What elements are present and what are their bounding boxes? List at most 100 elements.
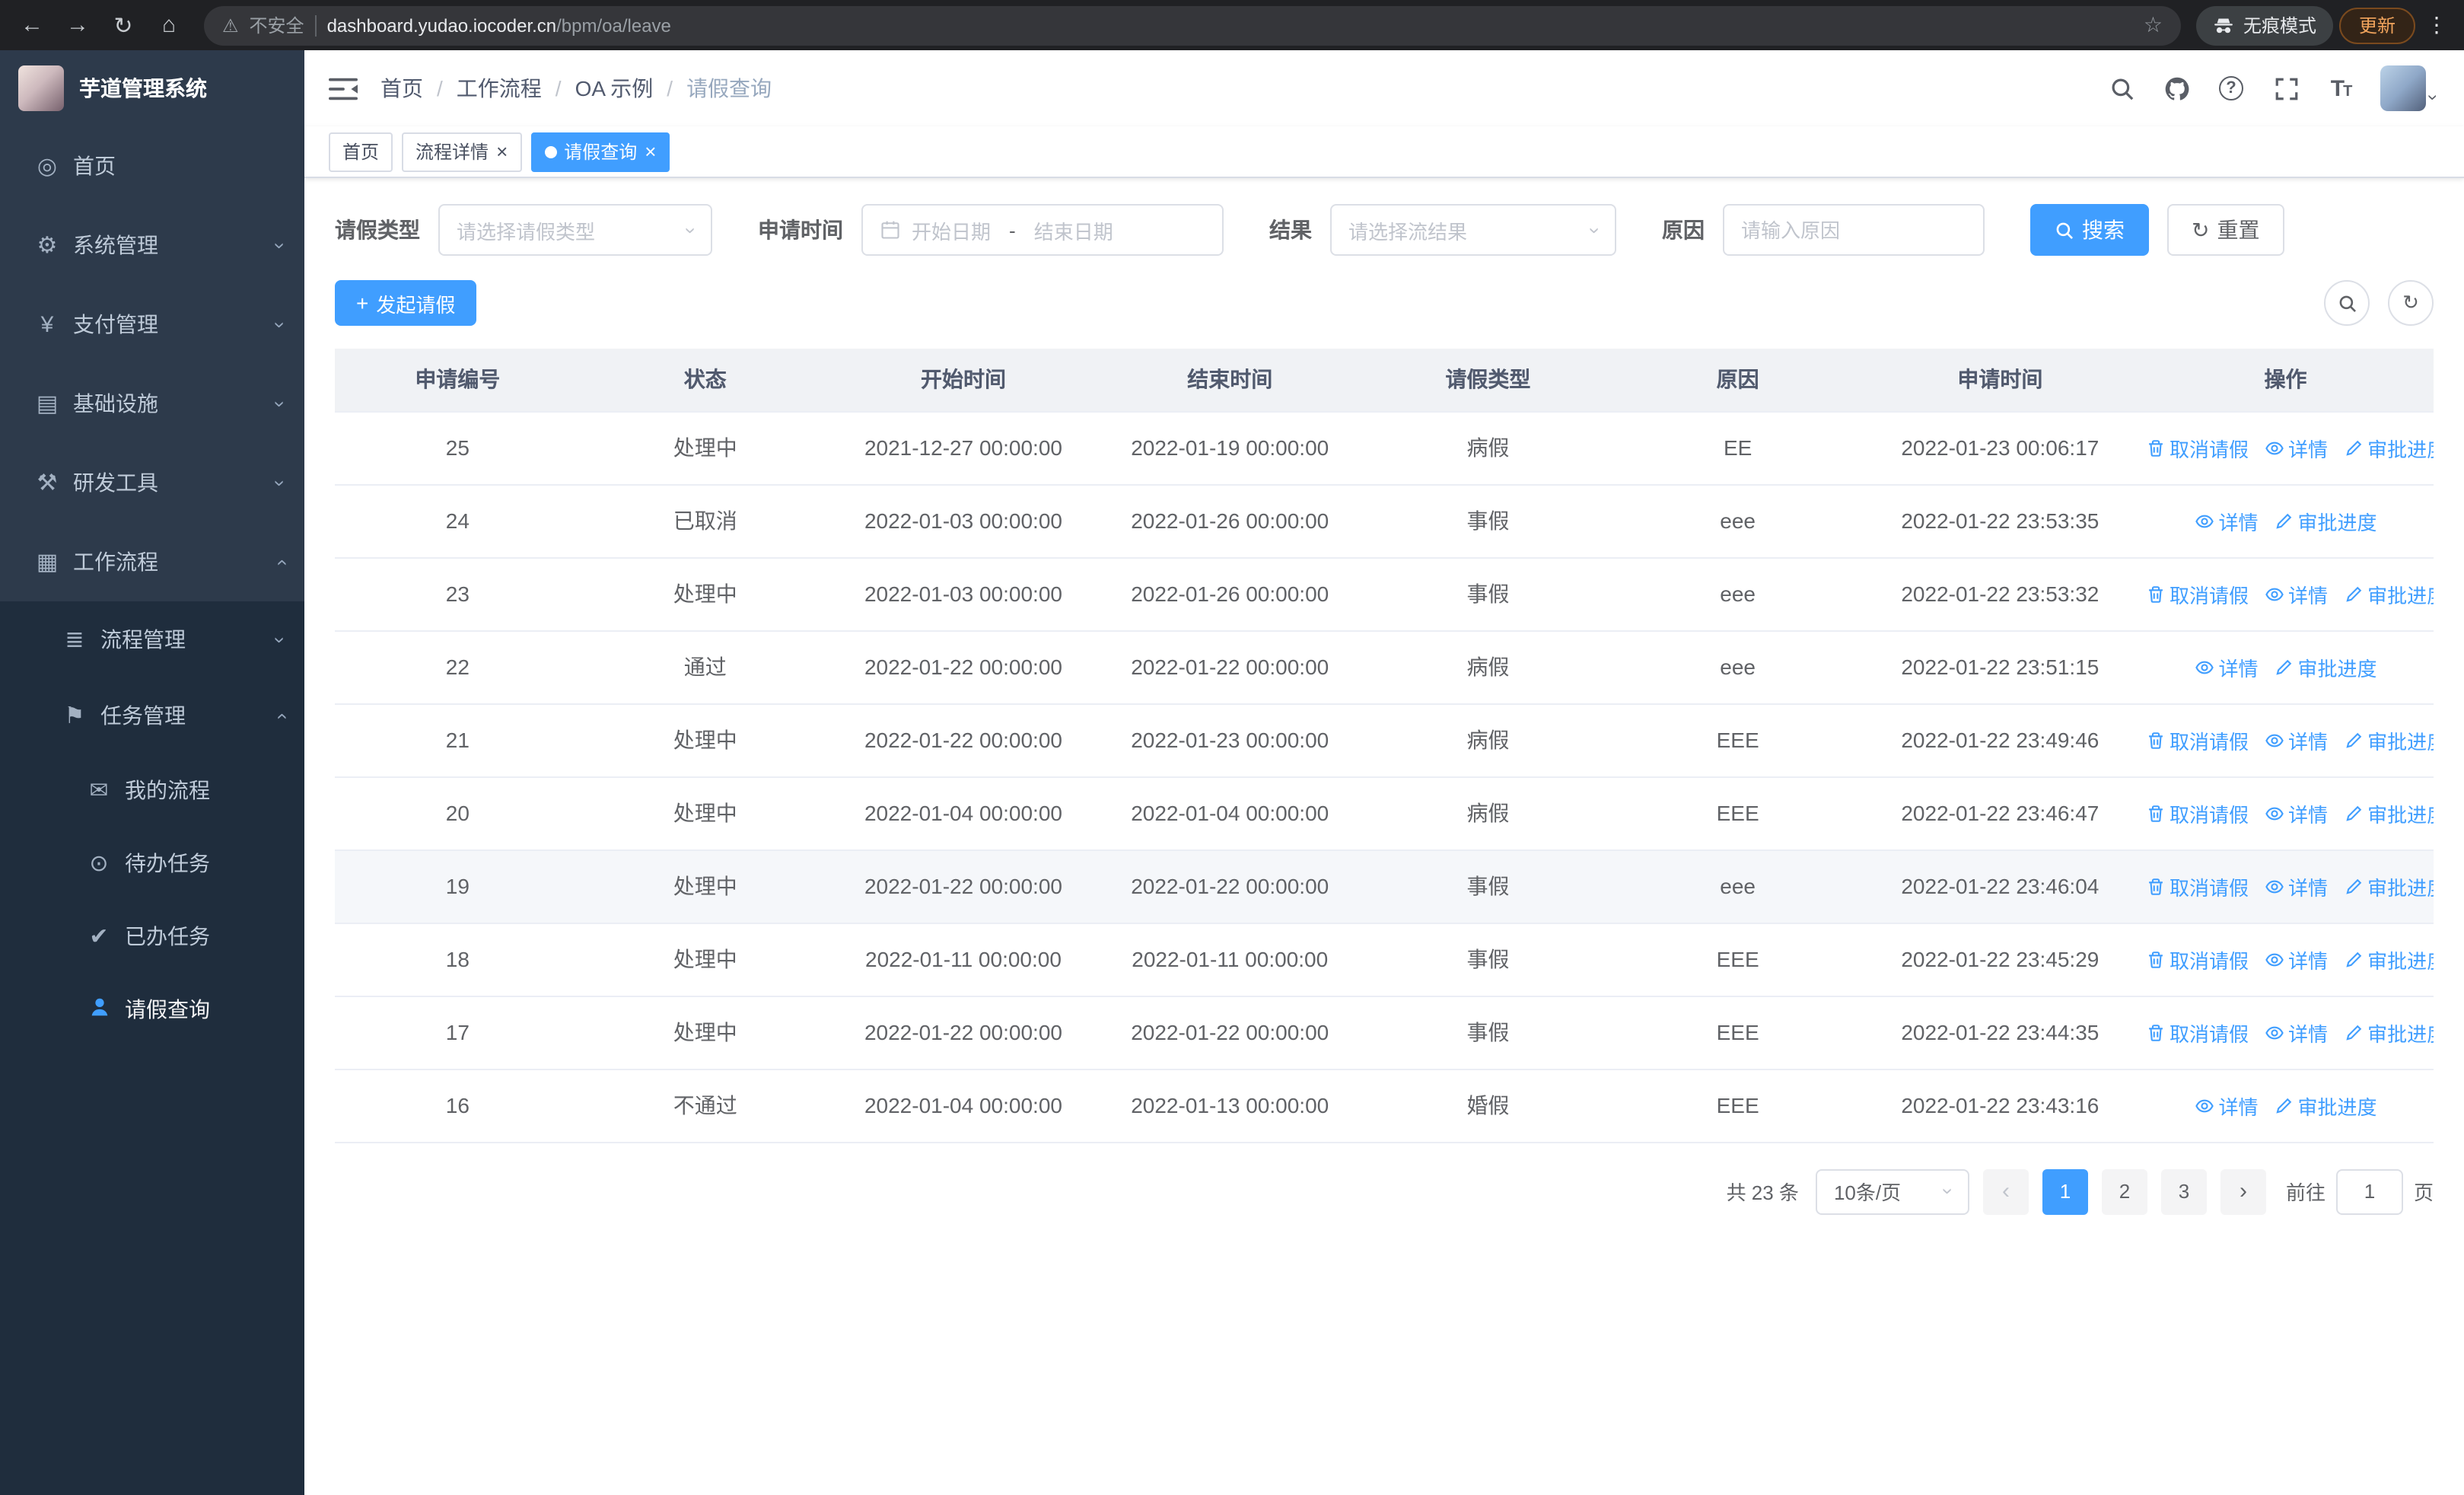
sidebar-item-done-tasks[interactable]: ✔ 已办任务: [0, 900, 304, 973]
cancel-leave-link[interactable]: 取消请假: [2145, 579, 2249, 608]
fullscreen-icon[interactable]: [2271, 73, 2301, 104]
reset-button[interactable]: ↻ 重置: [2167, 204, 2284, 256]
approval-progress-link[interactable]: 审批进度: [2343, 945, 2434, 974]
cancel-leave-link[interactable]: 取消请假: [2145, 872, 2249, 901]
approval-progress-link[interactable]: 审批进度: [2343, 799, 2434, 827]
page-size-select[interactable]: 10条/页 ›: [1815, 1168, 1969, 1214]
approval-progress-link[interactable]: 审批进度: [2274, 652, 2377, 681]
detail-link[interactable]: 详情: [2264, 872, 2328, 901]
browser-back-button[interactable]: ←: [12, 5, 52, 45]
close-icon[interactable]: ×: [496, 142, 508, 161]
breadcrumb-item[interactable]: OA 示例: [575, 73, 654, 104]
result-select[interactable]: 请选择流结果 ›: [1330, 204, 1616, 256]
cancel-leave-link[interactable]: 取消请假: [2145, 1018, 2249, 1047]
cell-apply-id: 22: [335, 630, 581, 704]
sidebar-item-system[interactable]: ⚙ 系统管理 ›: [0, 206, 304, 285]
user-menu[interactable]: ›: [2380, 65, 2444, 111]
sidebar-item-leave-query[interactable]: 请假查询: [0, 973, 304, 1046]
prev-page-button[interactable]: ‹: [1982, 1168, 2029, 1214]
sidebar-item-devtools[interactable]: ⚒ 研发工具 ›: [0, 443, 304, 522]
sidebar-item-payment[interactable]: ¥ 支付管理 ›: [0, 285, 304, 364]
page-button-2[interactable]: 2: [2101, 1168, 2147, 1214]
refresh-table-button[interactable]: ↻: [2388, 280, 2434, 326]
approval-progress-link[interactable]: 审批进度: [2274, 1091, 2377, 1120]
detail-link[interactable]: 详情: [2194, 1091, 2259, 1120]
detail-link[interactable]: 详情: [2264, 725, 2328, 754]
sidebar-collapse-icon[interactable]: [304, 50, 380, 126]
browser-update-button[interactable]: 更新: [2338, 7, 2415, 43]
url-text[interactable]: dashboard.yudao.iocoder.cn/bpm/oa/leave: [327, 14, 2133, 36]
table-row[interactable]: 24 已取消 2022-01-03 00:00:00 2022-01-26 00…: [335, 484, 2434, 558]
detail-link[interactable]: 详情: [2264, 579, 2328, 608]
table-row[interactable]: 23 处理中 2022-01-03 00:00:00 2022-01-26 00…: [335, 557, 2434, 631]
github-icon[interactable]: [2161, 73, 2192, 104]
sidebar-item-my-processes[interactable]: ✉ 我的流程: [0, 754, 304, 827]
sidebar-item-process-management[interactable]: ≣ 流程管理 ›: [0, 601, 304, 677]
end-date-placeholder[interactable]: 结束日期: [1034, 215, 1113, 244]
table-row[interactable]: 17 处理中 2022-01-22 00:00:00 2022-01-22 00…: [335, 996, 2434, 1069]
approval-progress-link[interactable]: 审批进度: [2343, 1018, 2434, 1047]
detail-link[interactable]: 详情: [2194, 652, 2259, 681]
bookmark-star-icon[interactable]: ☆: [2144, 12, 2163, 38]
font-size-icon[interactable]: TT: [2326, 73, 2356, 104]
browser-forward-button[interactable]: →: [58, 5, 97, 45]
search-button[interactable]: 搜索: [2030, 204, 2149, 256]
sidebar-item-infrastructure[interactable]: ▤ 基础设施 ›: [0, 364, 304, 443]
leave-type-select[interactable]: 请选择请假类型 ›: [438, 204, 712, 256]
security-label[interactable]: 不安全: [250, 12, 304, 38]
address-bar[interactable]: ⚠ 不安全 dashboard.yudao.iocoder.cn/bpm/oa/…: [204, 5, 2181, 45]
goto-page-input[interactable]: [2335, 1168, 2403, 1214]
cancel-leave-link[interactable]: 取消请假: [2145, 433, 2249, 462]
date-range-picker[interactable]: 开始日期 - 结束日期: [861, 204, 1224, 256]
cell-actions: 取消请假详情审批进度: [2138, 557, 2434, 631]
breadcrumb-item[interactable]: 工作流程: [457, 73, 542, 104]
detail-link[interactable]: 详情: [2264, 799, 2328, 827]
detail-link[interactable]: 详情: [2264, 945, 2328, 974]
cancel-leave-link[interactable]: 取消请假: [2145, 799, 2249, 827]
start-date-placeholder[interactable]: 开始日期: [912, 215, 991, 244]
table-row[interactable]: 19 处理中 2022-01-22 00:00:00 2022-01-22 00…: [335, 850, 2434, 923]
sidebar-item-home[interactable]: ◎ 首页: [0, 126, 304, 206]
sidebar-item-task-management[interactable]: ⚑ 任务管理 ›: [0, 677, 304, 754]
help-icon[interactable]: ?: [2216, 73, 2246, 104]
tab-process-detail[interactable]: 流程详情 ×: [402, 132, 522, 171]
cell-leave-type: 事假: [1363, 850, 1613, 923]
table-row[interactable]: 25 处理中 2021-12-27 00:00:00 2022-01-19 00…: [335, 411, 2434, 485]
view-icon: [2265, 733, 2283, 747]
person-icon: [82, 995, 116, 1024]
page-button-1[interactable]: 1: [2042, 1168, 2088, 1214]
table-row[interactable]: 18 处理中 2022-01-11 00:00:00 2022-01-11 00…: [335, 923, 2434, 996]
table-row[interactable]: 21 处理中 2022-01-22 00:00:00 2022-01-23 00…: [335, 703, 2434, 777]
sidebar-item-todo-tasks[interactable]: ⊙ 待办任务: [0, 827, 304, 900]
approval-progress-link[interactable]: 审批进度: [2274, 506, 2377, 535]
search-icon[interactable]: [2106, 73, 2137, 104]
close-icon[interactable]: ×: [645, 142, 656, 161]
approval-progress-link[interactable]: 审批进度: [2343, 725, 2434, 754]
approval-progress-link[interactable]: 审批进度: [2343, 872, 2434, 901]
sidebar-item-workflow[interactable]: ▦ 工作流程 ›: [0, 522, 304, 601]
browser-home-button[interactable]: ⌂: [149, 5, 189, 45]
cancel-leave-link[interactable]: 取消请假: [2145, 945, 2249, 974]
cell-start-time: 2022-01-22 00:00:00: [829, 996, 1097, 1069]
approval-progress-link[interactable]: 审批进度: [2343, 579, 2434, 608]
next-page-button[interactable]: ›: [2220, 1168, 2266, 1214]
browser-refresh-button[interactable]: ↻: [103, 5, 143, 45]
breadcrumb-item[interactable]: 首页: [380, 73, 423, 104]
cancel-leave-link[interactable]: 取消请假: [2145, 725, 2249, 754]
tab-leave-query[interactable]: 请假查询 ×: [530, 132, 670, 171]
tab-home[interactable]: 首页: [329, 132, 393, 171]
create-leave-button[interactable]: + 发起请假: [335, 280, 477, 326]
approval-progress-link[interactable]: 审批进度: [2343, 433, 2434, 462]
reason-input[interactable]: [1741, 218, 1966, 241]
app-logo-row[interactable]: 芋道管理系统: [0, 50, 304, 126]
table-row[interactable]: 16 不通过 2022-01-04 00:00:00 2022-01-13 00…: [335, 1069, 2434, 1143]
detail-link[interactable]: 详情: [2264, 433, 2328, 462]
cell-apply-id: 19: [335, 850, 581, 923]
table-row[interactable]: 20 处理中 2022-01-04 00:00:00 2022-01-04 00…: [335, 776, 2434, 850]
browser-menu-icon[interactable]: ⋮: [2421, 12, 2452, 38]
detail-link[interactable]: 详情: [2264, 1018, 2328, 1047]
detail-link[interactable]: 详情: [2194, 506, 2259, 535]
table-row[interactable]: 22 通过 2022-01-22 00:00:00 2022-01-22 00:…: [335, 630, 2434, 704]
toggle-search-button[interactable]: [2324, 280, 2370, 326]
page-button-3[interactable]: 3: [2160, 1168, 2207, 1214]
